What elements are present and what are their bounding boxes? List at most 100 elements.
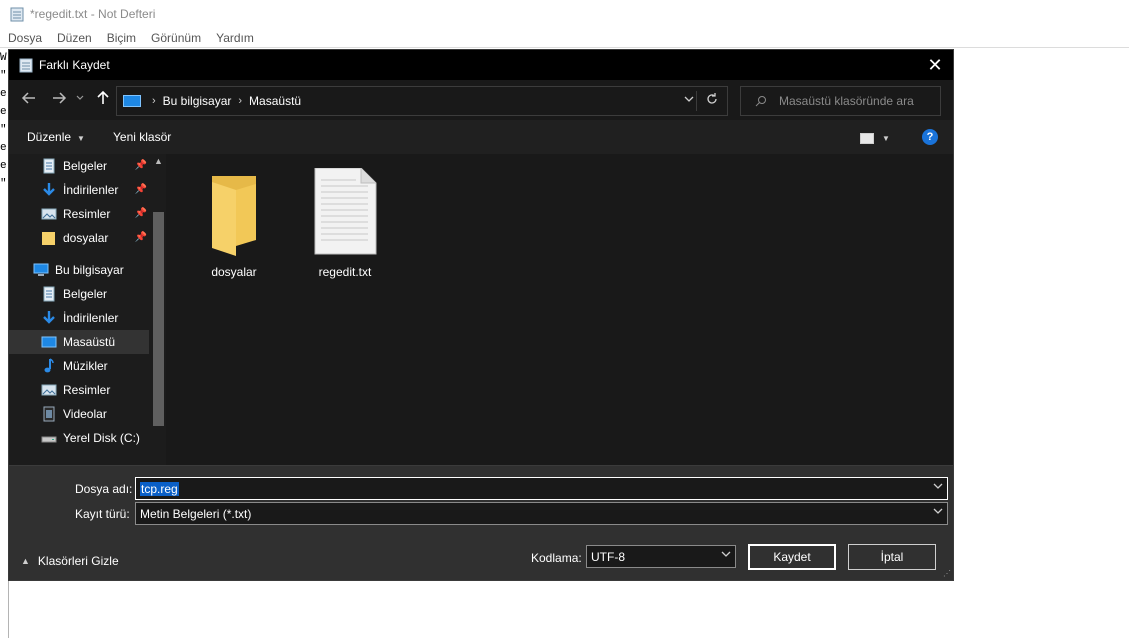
chevron-down-icon[interactable] xyxy=(933,481,943,494)
filetype-label: Kayıt türü: xyxy=(75,507,130,521)
notepad-titlebar: *regedit.txt - Not Defteri xyxy=(0,0,1129,28)
pin-icon: 📌 xyxy=(134,208,147,219)
file-name: regedit.txt xyxy=(318,265,372,279)
nav-item-label: Resimler xyxy=(63,383,111,397)
breadcrumb-desktop[interactable]: Masaüstü xyxy=(249,94,301,108)
filename-input[interactable]: tcp.reg xyxy=(135,477,948,500)
search-placeholder: Masaüstü klasöründe ara xyxy=(779,94,914,108)
nav-item-music[interactable]: Müzikler xyxy=(9,354,149,378)
nav-item-quick-documents[interactable]: Belgeler 📌 xyxy=(9,154,149,178)
nav-item-label: dosyalar xyxy=(63,231,109,245)
drive-icon xyxy=(41,436,57,443)
hide-folders-button[interactable]: ▲ Klasörleri Gizle xyxy=(21,554,119,568)
notepad-icon xyxy=(19,58,33,73)
nav-item-quick-pictures[interactable]: Resimler 📌 xyxy=(9,202,149,226)
text-line: W xyxy=(0,52,7,64)
scroll-up-icon[interactable]: ▲ xyxy=(151,154,166,168)
menu-edit[interactable]: Düzen xyxy=(57,31,92,45)
refresh-icon xyxy=(707,93,717,104)
chevron-up-icon: ▲ xyxy=(21,556,30,566)
up-button[interactable] xyxy=(93,90,113,110)
save-button[interactable]: Kaydet xyxy=(748,544,836,570)
computer-icon xyxy=(33,263,49,276)
arrow-left-icon xyxy=(21,92,35,104)
nav-item-label: İndirilenler xyxy=(63,183,119,197)
nav-item-downloads[interactable]: İndirilenler xyxy=(9,306,149,330)
nav-item-label: Müzikler xyxy=(63,359,108,373)
menu-help[interactable]: Yardım xyxy=(216,31,254,45)
view-icon xyxy=(860,132,874,144)
address-divider xyxy=(696,91,697,111)
music-icon xyxy=(44,358,54,373)
chevron-down-icon xyxy=(933,506,943,519)
address-history-dropdown[interactable] xyxy=(684,93,694,107)
text-line: " xyxy=(0,70,7,82)
organize-button[interactable]: Düzenle ▼ xyxy=(27,130,85,144)
encoding-value: UTF-8 xyxy=(591,549,625,564)
pin-icon: 📌 xyxy=(134,160,147,171)
breadcrumb-separator: › xyxy=(238,95,243,107)
file-item-text[interactable]: regedit.txt xyxy=(300,167,390,279)
scroll-thumb[interactable] xyxy=(153,212,164,426)
nav-item-documents[interactable]: Belgeler xyxy=(9,282,149,306)
breadcrumb-this-pc[interactable]: Bu bilgisayar xyxy=(163,94,232,108)
text-line: e xyxy=(0,160,7,172)
view-options-button[interactable]: ▼ xyxy=(860,130,900,146)
notepad-icon xyxy=(10,7,24,22)
organize-label: Düzenle xyxy=(27,130,72,144)
chevron-down-icon xyxy=(684,96,694,102)
navigation-pane: Belgeler 📌 İndirilenler 📌 Resimler 📌 dos… xyxy=(9,154,166,465)
dialog-titlebar[interactable]: Farklı Kaydet ✕ xyxy=(9,50,953,80)
command-bar: Düzenle ▼ Yeni klasör ▼ ? xyxy=(9,120,953,154)
menu-view[interactable]: Görünüm xyxy=(151,31,201,45)
menu-format[interactable]: Biçim xyxy=(107,31,136,45)
new-folder-button[interactable]: Yeni klasör xyxy=(113,130,171,144)
encoding-select[interactable]: UTF-8 xyxy=(586,545,736,568)
help-icon: ? xyxy=(926,131,934,143)
file-item-folder[interactable]: dosyalar xyxy=(189,168,279,279)
computer-icon xyxy=(123,95,141,107)
text-line: e xyxy=(0,142,7,154)
search-box[interactable]: Masaüstü klasöründe ara xyxy=(740,86,941,116)
menu-file[interactable]: Dosya xyxy=(8,31,42,45)
videos-icon xyxy=(43,406,55,422)
nav-item-label: Belgeler xyxy=(63,159,108,173)
nav-item-local-disk[interactable]: Yerel Disk (C:) xyxy=(9,426,149,450)
address-bar[interactable]: › Bu bilgisayar › Masaüstü xyxy=(116,86,728,116)
text-line: e xyxy=(0,106,7,118)
documents-icon xyxy=(43,158,55,174)
close-button[interactable]: ✕ xyxy=(925,55,945,75)
chevron-down-icon: ▼ xyxy=(77,134,85,143)
hide-folders-label: Klasörleri Gizle xyxy=(37,554,119,568)
nav-item-label: Yerel Disk (C:) xyxy=(63,431,140,445)
nav-item-label: Bu bilgisayar xyxy=(55,263,124,277)
recent-locations-button[interactable] xyxy=(73,90,87,110)
forward-button[interactable] xyxy=(49,90,69,110)
downloads-icon xyxy=(43,183,55,196)
navigation-bar: › Bu bilgisayar › Masaüstü Masaüstü klas… xyxy=(9,80,953,120)
nav-item-label: İndirilenler xyxy=(63,311,119,325)
nav-item-videos[interactable]: Videolar xyxy=(9,402,149,426)
resize-grip-icon[interactable]: ⋰ xyxy=(943,569,951,578)
help-button[interactable]: ? xyxy=(922,129,938,145)
nav-item-this-pc[interactable]: Bu bilgisayar xyxy=(9,258,149,282)
refresh-button[interactable] xyxy=(702,92,722,110)
cancel-button[interactable]: İptal xyxy=(848,544,936,570)
arrow-right-icon xyxy=(53,92,67,104)
nav-item-quick-downloads[interactable]: İndirilenler 📌 xyxy=(9,178,149,202)
nav-item-desktop[interactable]: Masaüstü xyxy=(9,330,149,354)
nav-item-pictures[interactable]: Resimler xyxy=(9,378,149,402)
pictures-icon xyxy=(41,384,57,396)
text-line: e xyxy=(0,88,7,100)
encoding-label: Kodlama: xyxy=(531,551,582,565)
filetype-value: Metin Belgeleri (*.txt) xyxy=(140,506,252,521)
navigation-scrollbar[interactable]: ▲ xyxy=(151,154,166,465)
back-button[interactable] xyxy=(19,90,39,110)
breadcrumb-separator: › xyxy=(152,95,156,107)
text-line: " xyxy=(0,124,7,136)
filetype-select[interactable]: Metin Belgeleri (*.txt) xyxy=(135,502,948,525)
nav-item-quick-dosyalar[interactable]: dosyalar 📌 xyxy=(9,226,149,250)
chevron-down-icon xyxy=(721,549,731,562)
file-list: dosyalar regedit.txt xyxy=(166,154,953,465)
nav-item-label: Resimler xyxy=(63,207,111,221)
